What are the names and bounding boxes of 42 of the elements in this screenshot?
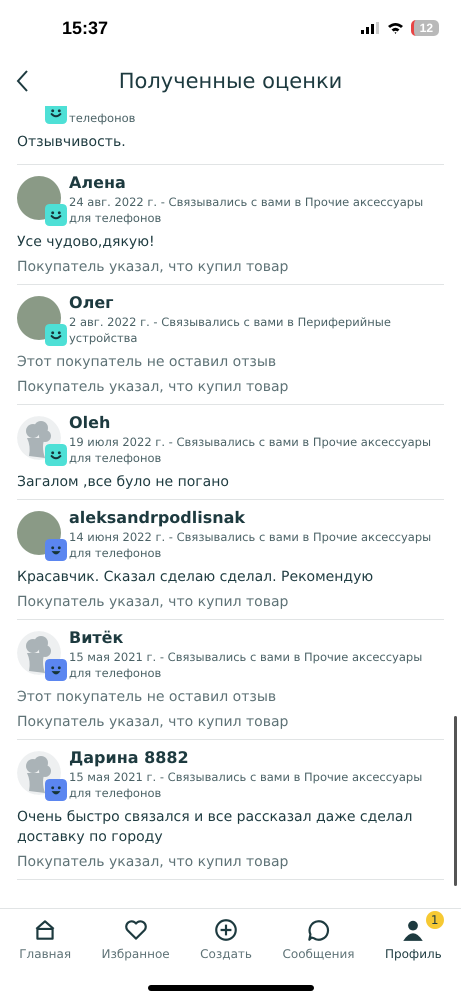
- grinning-face-icon: [45, 779, 67, 801]
- battery-level: 12: [410, 20, 439, 36]
- purchase-note: Покупатель указал, что купил товар: [17, 713, 290, 732]
- nav-tab[interactable]: Главная: [17, 915, 74, 963]
- page-title: Полученные оценки: [118, 69, 344, 93]
- purchase-note: Покупатель указал, что купил товар: [17, 853, 290, 872]
- reviewer-name: Дарина 8882: [69, 748, 190, 767]
- grinning-face-icon: [45, 659, 67, 681]
- nav-tab[interactable]: Создать: [198, 915, 254, 963]
- smiley-face-icon: [45, 204, 67, 226]
- review-comment: Загалом ,все було не погано: [17, 473, 230, 492]
- review-meta: 19 июля 2022 г. - Связывались с вами в Прочие аксессуары для телефонов: [69, 434, 432, 466]
- no-review-note: Этот покупатель не оставил отзыв: [17, 688, 278, 707]
- grinning-face-icon: [45, 539, 67, 561]
- plus-circle-icon: [213, 917, 240, 943]
- review-meta: телефонов: [69, 110, 136, 126]
- reviewer-name: aleksandrpodlisnak: [69, 508, 246, 527]
- review-meta: 24 авг. 2022 г. - Связывались с вами в Прочие аксессуары для телефонов: [69, 194, 424, 226]
- review-meta: 2 авг. 2022 г. - Связывались с вами в Периферийные устройства: [69, 314, 392, 346]
- review-comment: Усе чудово,дякую!: [17, 233, 156, 252]
- reviewer-name: Oleh: [69, 413, 112, 432]
- purchase-note: Покупатель указал, что купил товар: [17, 258, 290, 277]
- reviewer-name: Витёк: [69, 628, 124, 647]
- nav-tab[interactable]: Избранное: [100, 915, 172, 963]
- review-meta: 15 мая 2021 г. - Связывались с вами в Прочие аксессуары для телефонов: [69, 769, 424, 801]
- no-review-note: Этот покупатель не оставил отзыв: [17, 353, 278, 372]
- review-comment: Отзывчивость.: [17, 133, 127, 152]
- purchase-note: Покупатель указал, что купил товар: [17, 378, 290, 397]
- purchase-note: Покупатель указал, что купил товар: [17, 593, 290, 612]
- review-comment: Красавчик. Сказал сделаю сделал. Рекомендую: [17, 568, 374, 587]
- signal-icon: [360, 22, 380, 34]
- review-meta: 14 июня 2022 г. - Связывались с вами в Прочие аксессуары для телефонов: [69, 529, 432, 561]
- smiley-face-icon: [45, 324, 67, 346]
- nav-tab[interactable]: Сообщения: [280, 915, 356, 963]
- reviewer-name: Алена: [69, 173, 127, 192]
- smiley-face-icon: [45, 444, 67, 466]
- clock-time: 15:37: [62, 18, 108, 38]
- wifi-icon: [386, 22, 404, 34]
- review-comment: Очень быстро связался и все рассказал даже сделал доставку по городу: [17, 808, 414, 847]
- reviewer-name: Олег: [69, 293, 115, 312]
- review-meta: 15 мая 2021 г. - Связывались с вами в Прочие аксессуары для телефонов: [69, 649, 424, 681]
- notification-badge: 1: [426, 911, 444, 929]
